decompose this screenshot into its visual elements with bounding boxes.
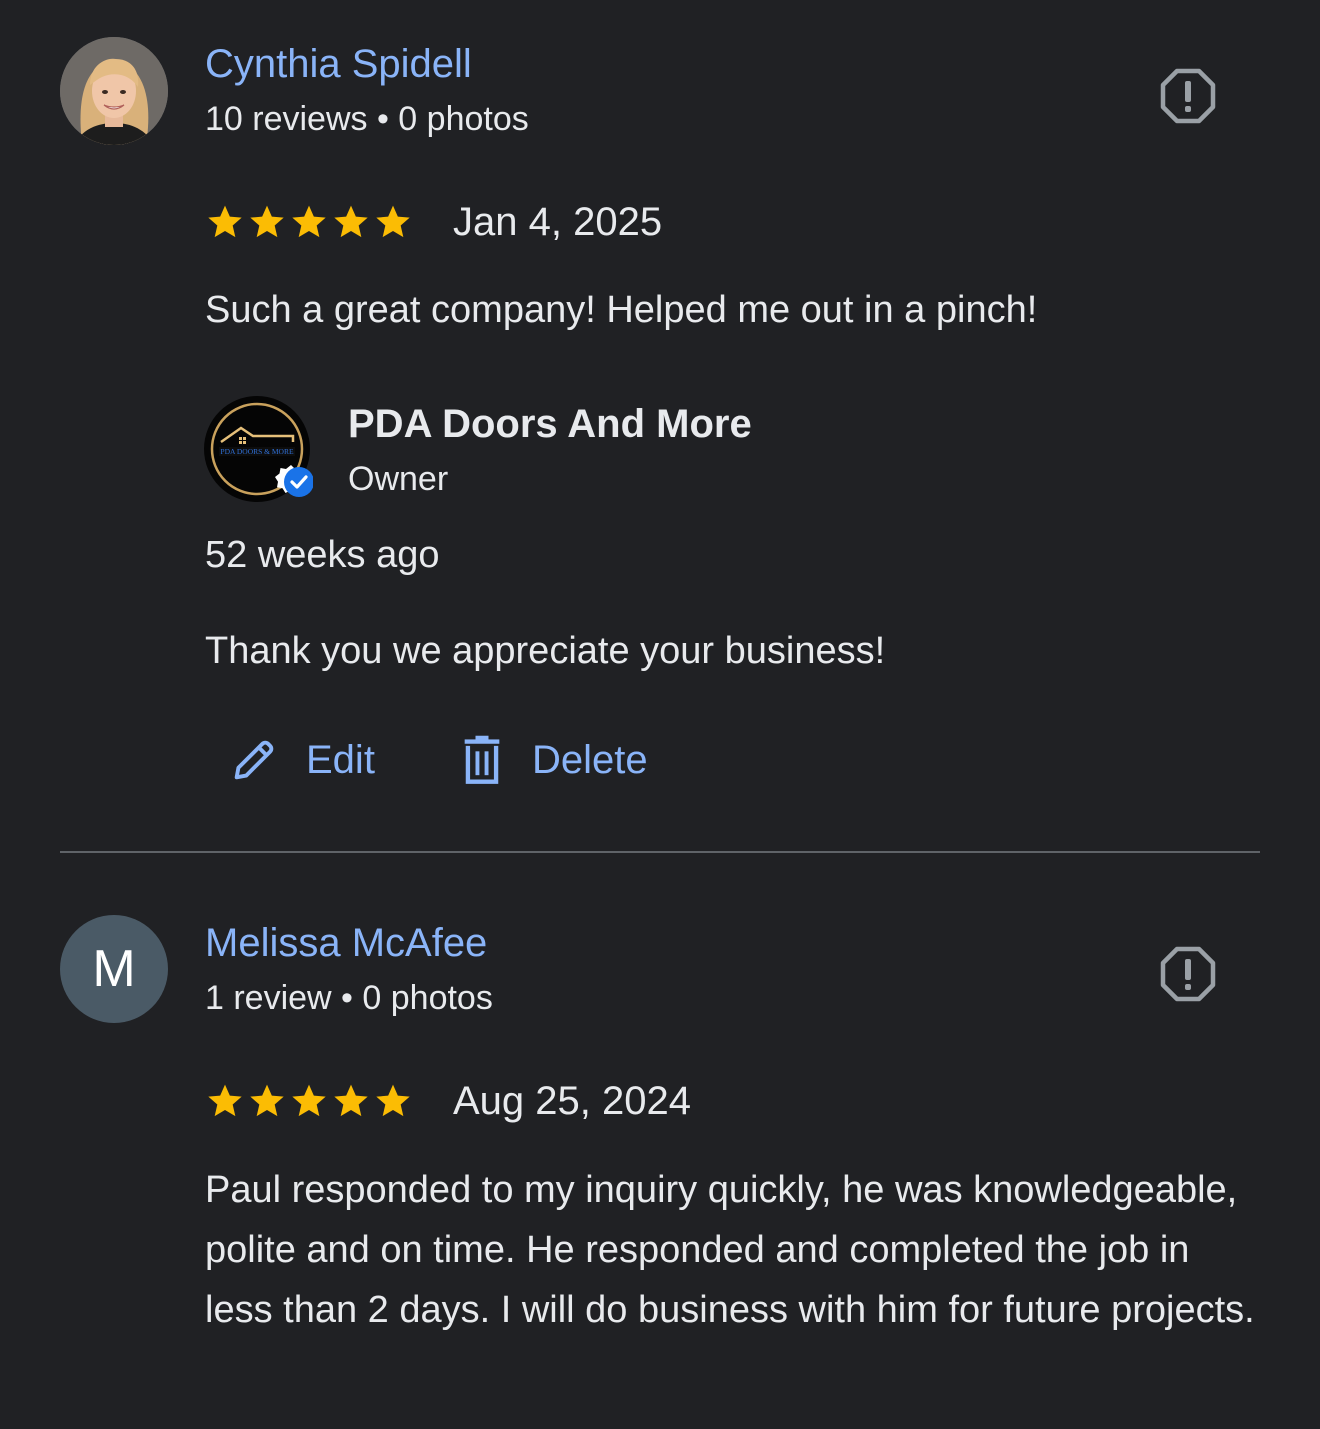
reviewer-name[interactable]: Melissa McAfee (205, 921, 487, 966)
owner-logo: PDA DOORS & MORE (203, 395, 314, 505)
review-text: Paul responded to my inquiry quickly, he… (205, 1169, 1255, 1331)
edit-label: Edit (306, 737, 375, 782)
reviewer-stats: 10 reviews • 0 photos (205, 100, 529, 138)
owner-logo-image: PDA DOORS & MORE (204, 396, 314, 502)
star-icon (334, 1084, 368, 1117)
delete-label: Delete (532, 737, 648, 782)
owner-name: PDA Doors And More (348, 402, 752, 446)
reviewer-avatar[interactable]: M (60, 915, 168, 1023)
star-rating (205, 202, 413, 242)
review-divider (60, 851, 1260, 853)
review-text: Such a great company! Helped me out in a… (205, 289, 1038, 331)
star-rating (205, 1081, 413, 1121)
star-icon (292, 1084, 326, 1117)
rating-row: Aug 25, 2024 (205, 1076, 691, 1126)
delete-reply-button[interactable]: Delete (458, 730, 648, 790)
review-date: Aug 25, 2024 (453, 1078, 691, 1123)
star-icon (208, 205, 242, 238)
star-icon (250, 1084, 284, 1117)
owner-role: Owner (348, 460, 449, 498)
reviewer-photo (60, 37, 168, 145)
owner-logo-text: PDA DOORS & MORE (220, 447, 294, 456)
review-card: M Melissa McAfee 1 review • 0 photos Aug… (0, 860, 1320, 1429)
reply-time: 52 weeks ago (205, 534, 440, 576)
star-icon (250, 205, 284, 238)
report-flag-icon (1160, 68, 1216, 124)
report-review-button[interactable] (1158, 66, 1218, 126)
star-icon (292, 205, 326, 238)
review-date: Jan 4, 2025 (453, 199, 663, 244)
pencil-icon (234, 740, 274, 780)
report-flag-icon (1160, 946, 1216, 1002)
reviewer-name[interactable]: Cynthia Spidell (205, 42, 472, 87)
reviewer-stats: 1 review • 0 photos (205, 979, 493, 1017)
review-card: Cynthia Spidell 10 reviews • 0 photos Ja… (0, 0, 1320, 850)
star-icon (208, 1084, 242, 1117)
star-icon (376, 1084, 410, 1117)
rating-row: Jan 4, 2025 (205, 197, 662, 247)
report-review-button[interactable] (1158, 944, 1218, 1004)
reviewer-avatar[interactable] (60, 37, 168, 145)
edit-reply-button[interactable]: Edit (228, 730, 375, 790)
reply-text: Thank you we appreciate your business! (205, 630, 886, 672)
trash-icon (464, 735, 500, 784)
star-icon (376, 205, 410, 238)
star-icon (334, 205, 368, 238)
